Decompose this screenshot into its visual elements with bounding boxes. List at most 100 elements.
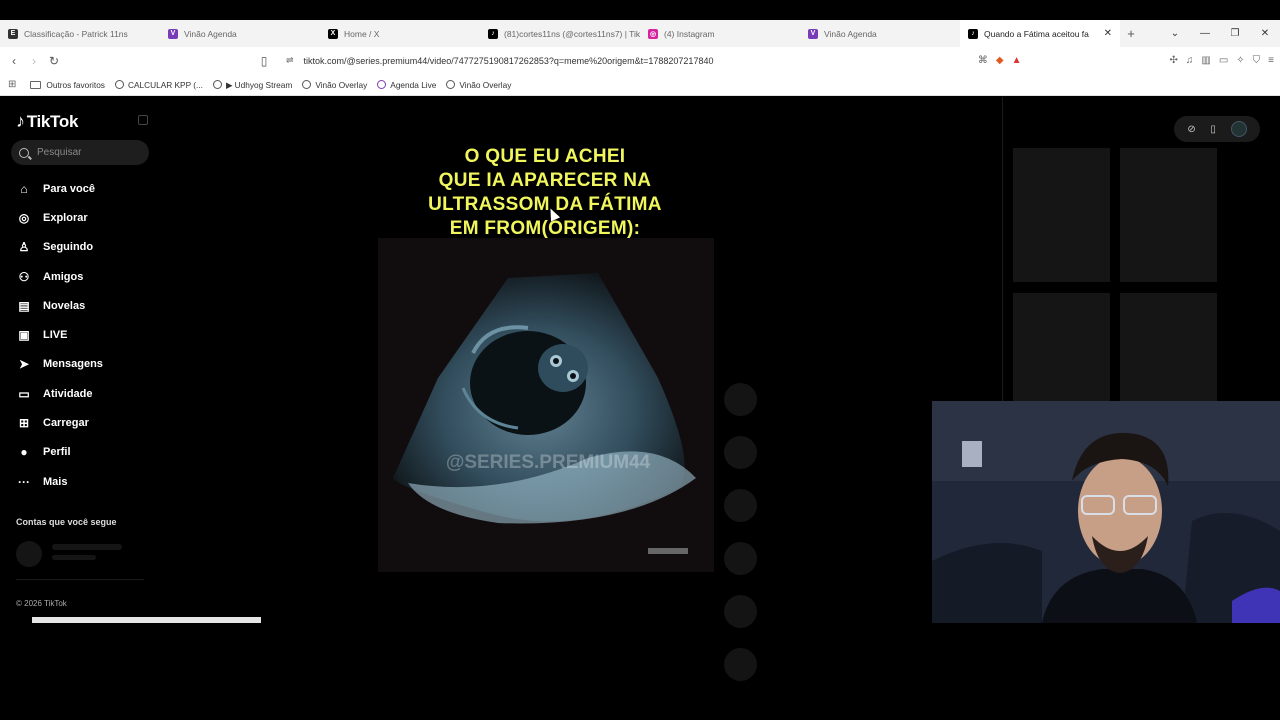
nav-item[interactable]: ▤ Novelas (0, 291, 160, 320)
tiktok-sidebar: ♪ TikTok Pesquisar ⌂ Para você ◎ Explorar ♙ S… (0, 97, 160, 720)
taskbar-progress (32, 617, 261, 623)
tab-title: Vinão Agenda (824, 28, 877, 39)
user-avatar[interactable] (1230, 121, 1247, 137)
nav-label: LIVE (43, 329, 68, 342)
browser-tab[interactable]: ◎ (4) Instagram (640, 20, 800, 47)
nav-item[interactable]: ··· Mais (0, 467, 160, 496)
nav-item[interactable]: ➤ Mensagens (0, 350, 160, 379)
nav-item[interactable]: ⚇ Amigos (0, 262, 160, 291)
collapse-sidebar-icon[interactable] (138, 115, 148, 125)
tab-search-icon[interactable]: ⌄ (1160, 28, 1190, 39)
right-toolbar: ⊘ ▯ (1174, 116, 1260, 142)
comment-button[interactable] (724, 436, 757, 469)
media-icon[interactable]: ♫ (1186, 55, 1194, 66)
wallet-icon[interactable]: ▭ (1219, 55, 1228, 66)
bookmark-calcular-kpp[interactable]: CALCULAR KPP (... (114, 80, 203, 90)
url-field[interactable]: ⇌ tiktok.com/@series.premium44/video/747… (286, 47, 713, 74)
nav-item[interactable]: ◎ Explorar (0, 203, 160, 232)
video-thumbnail[interactable] (1013, 148, 1110, 282)
divider (16, 579, 144, 580)
translate-icon[interactable]: ⌘ (978, 55, 988, 66)
globe-icon (212, 80, 222, 89)
bookmark-vinao-overlay-2[interactable]: Vinão Overlay (446, 80, 511, 90)
caption-line: ULTRASSOM DA FÁTIMA (428, 194, 662, 215)
nav-label: Seguindo (43, 241, 94, 254)
bookmark-vinao-overlay[interactable]: Vinão Overlay (302, 80, 367, 90)
following-accounts-title: Contas que você segue (16, 517, 117, 527)
nav-item[interactable]: ▭ Atividade (0, 379, 160, 408)
restore-icon[interactable]: ❐ (1220, 28, 1250, 39)
menu-icon[interactable]: ≡ (1268, 55, 1274, 66)
live-icon: ▣ (18, 328, 30, 343)
device-icon[interactable]: ▯ (1210, 124, 1216, 135)
bookmark-icon[interactable]: ▯ (254, 54, 274, 68)
forward-icon[interactable]: › (24, 54, 44, 68)
video-player[interactable]: @SERIES.PREMIUM44 (378, 238, 714, 572)
profile-avatar-icon: ● (20, 445, 28, 460)
coins-icon[interactable]: ⊘ (1187, 124, 1195, 135)
leo-icon[interactable]: ✧ (1236, 55, 1244, 66)
globe-icon (114, 80, 124, 89)
home-icon: ⌂ (20, 181, 28, 196)
window-controls: ⌄ — ❐ ✕ (1160, 20, 1280, 47)
close-tab-icon[interactable]: ✕ (1104, 28, 1112, 39)
x-logo-icon: X (328, 28, 338, 39)
bookmark-button[interactable] (724, 489, 757, 522)
back-icon[interactable]: ‹ (4, 54, 24, 68)
share-button[interactable] (724, 542, 757, 575)
v-logo-icon: V (168, 28, 178, 39)
nav-item[interactable]: ⊞ Carregar (0, 408, 160, 437)
nav-item[interactable]: ▣ LIVE (0, 320, 160, 349)
browser-tab[interactable]: X Home / X (320, 20, 480, 47)
bookmark-udhyog-stream[interactable]: ▶ Udhyog Stream (212, 80, 292, 90)
close-window-icon[interactable]: ✕ (1250, 28, 1280, 39)
more-icon: ··· (18, 474, 30, 489)
browser-tab[interactable]: E Classificação - Patrick 11ns (0, 20, 160, 47)
v-logo-icon (377, 80, 387, 89)
vpn-icon[interactable]: ⛉ (1253, 55, 1261, 66)
brave-shield-icon[interactable]: ◆ (996, 55, 1004, 66)
skeleton-line (52, 555, 96, 560)
tiktok-logo[interactable]: ♪ TikTok (16, 111, 78, 132)
more-actions-button[interactable] (724, 595, 757, 628)
nav-item[interactable]: ♙ Seguindo (0, 233, 160, 262)
video-thumbnail[interactable] (1120, 148, 1217, 282)
bookmark-other-favorites[interactable]: Outros favoritos (30, 80, 105, 90)
search-input[interactable]: Pesquisar (11, 140, 149, 165)
like-button[interactable] (724, 383, 757, 416)
browser-tab[interactable]: V Vinão Agenda (160, 20, 320, 47)
nav-label: Atividade (43, 387, 93, 400)
video-caption: O QUE EU ACHEI QUE IA APARECER NA ULTRASSO… (380, 145, 710, 241)
tab-title: Quando a Fátima aceitou fa (984, 28, 1089, 39)
reload-icon[interactable]: ↻ (44, 54, 64, 68)
caption-line: QUE IA APARECER NA (438, 170, 652, 191)
browser-tab[interactable]: ♪ (81)cortes11ns (@cortes11ns7) | Tik (480, 20, 640, 47)
toolbar-icons: ⌘ ◆ ▲ ✣ ♫ ▥ ▭ ✧ ⛉ ≡ (978, 47, 1274, 74)
video-watermark: @SERIES.PREMIUM44 (445, 452, 651, 473)
v-logo-icon: V (808, 28, 818, 39)
brave-rewards-icon[interactable]: ▲ (1012, 55, 1022, 66)
caption-line: O QUE EU ACHEI (464, 146, 626, 167)
copyright: © 2026 TikTok (16, 599, 67, 608)
minimize-icon[interactable]: — (1190, 28, 1220, 39)
nav-item[interactable]: ● Perfil (0, 438, 160, 467)
site-info-icon[interactable]: ⇌ (286, 55, 294, 66)
nav-label: Mais (43, 475, 68, 488)
streamer-webcam-image (932, 401, 1280, 623)
tab-list: E Classificação - Patrick 11ns V Vinão Agen… (0, 20, 1120, 47)
browser-tab[interactable]: ♪ Quando a Fátima aceitou fa ✕ (960, 20, 1120, 47)
apps-grid-icon[interactable]: ⊞ (8, 79, 16, 90)
nav-label: Explorar (43, 211, 88, 224)
tab-title: (4) Instagram (664, 28, 715, 39)
tiktok-icon: ♪ (488, 28, 498, 39)
sidebar-icon[interactable]: ▥ (1201, 55, 1210, 66)
tab-title: Vinão Agenda (184, 28, 237, 39)
browser-tab[interactable]: V Vinão Agenda (800, 20, 960, 47)
bookmark-agenda-live[interactable]: Agenda Live (377, 80, 436, 90)
extensions-icon[interactable]: ✣ (1169, 55, 1177, 66)
nav-item[interactable]: ⌂ Para você (0, 174, 160, 203)
following-icon: ♙ (18, 240, 30, 255)
nav-label: Novelas (43, 299, 86, 312)
new-tab-button[interactable]: + (1120, 26, 1142, 41)
sound-button[interactable] (724, 648, 757, 681)
